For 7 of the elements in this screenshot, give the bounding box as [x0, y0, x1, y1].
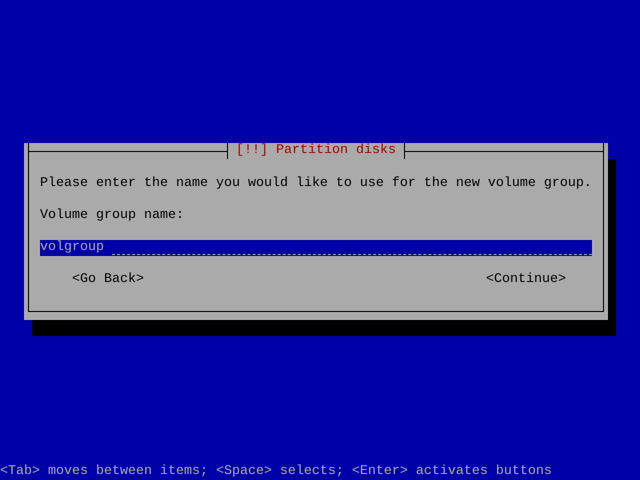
go-back-button[interactable]: <Go Back> — [72, 272, 144, 288]
dialog-message: Please enter the name you would like to use for the new volume group. — [40, 176, 593, 192]
field-label: Volume group name: — [40, 208, 185, 224]
keyboard-hint: <Tab> moves between items; <Space> selects; <Enter> activates buttons — [0, 464, 553, 480]
dialog-title: [!!] Partition disks — [227, 143, 405, 159]
volume-group-input-field[interactable]: volgroup — [40, 240, 592, 256]
continue-button[interactable]: <Continue> — [486, 272, 566, 288]
